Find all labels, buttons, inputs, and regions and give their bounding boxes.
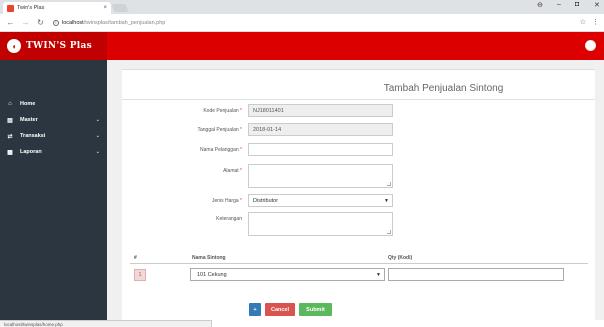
alamat-textarea[interactable]: [248, 164, 393, 188]
kode-penjualan-field: NJ18011401: [248, 104, 393, 117]
user-avatar[interactable]: [585, 40, 596, 51]
minimize-button[interactable]: –: [557, 1, 561, 8]
sidebar-item-laporan[interactable]: ▦ Laporan ⌄: [0, 142, 107, 162]
browser-tab[interactable]: Twin's Plas ×: [3, 2, 111, 14]
column-header-number: #: [134, 255, 137, 261]
divider: [122, 99, 595, 100]
sidebar-item-label: Laporan: [20, 149, 42, 155]
page-title: Tambah Penjualan Sintong: [383, 83, 504, 94]
table-header-divider: [130, 263, 588, 264]
sidebar-item-label: Home: [20, 101, 36, 107]
brand-name: TWIN'S Plas: [26, 41, 93, 51]
cart-icon: ⇄: [7, 133, 13, 140]
tanggal-penjualan-field: 2018-01-14: [248, 123, 393, 136]
qty-input[interactable]: [388, 268, 564, 281]
info-icon[interactable]: i: [53, 19, 59, 26]
column-header-nama-sintong: Nama Sintong: [192, 255, 226, 261]
caret-down-icon: ▼: [384, 198, 389, 204]
tab-title: Twin's Plas: [17, 5, 45, 11]
reload-icon[interactable]: ↻: [36, 18, 45, 27]
forward-icon[interactable]: →: [21, 18, 30, 27]
cancel-button[interactable]: Cancel: [265, 303, 295, 316]
tab-close-icon[interactable]: ×: [103, 5, 107, 11]
maximize-button[interactable]: ◘: [575, 1, 579, 8]
column-header-qty: Qty (Kodi): [388, 255, 413, 261]
chevron-down-icon: ⌄: [95, 133, 100, 139]
home-icon: ⌂: [8, 101, 12, 107]
back-icon[interactable]: ←: [6, 18, 15, 27]
kode-label: Kode Penjualan *: [203, 108, 242, 114]
bookmark-star-icon[interactable]: ☆: [580, 18, 586, 26]
url-host: localhost: [62, 19, 84, 26]
submit-button[interactable]: Submit: [299, 303, 332, 316]
nama-label: Nama Pelanggan *: [200, 147, 242, 153]
brand[interactable]: ◖ TWIN'S Plas: [0, 32, 107, 60]
address-bar: ← → ↻ i localhost/twinsplas/tambah_penju…: [0, 14, 604, 32]
add-row-button[interactable]: +: [249, 303, 261, 316]
nama-pelanggan-input[interactable]: [248, 143, 393, 156]
chevron-down-icon: ⌄: [95, 149, 100, 155]
tanggal-label: Tanggal Penjualan *: [197, 127, 243, 133]
menu-icon[interactable]: ⋮: [592, 18, 599, 26]
nama-sintong-select[interactable]: 101 Cekung ▼: [190, 268, 385, 281]
keterangan-label: Keterangan: [216, 216, 242, 222]
resize-handle[interactable]: [387, 230, 391, 234]
sidebar-item-label: Master: [20, 117, 38, 123]
new-tab-button[interactable]: [111, 4, 129, 12]
browser-status-bar: localhost/twinsplas/home.php: [0, 320, 212, 327]
database-icon: ▤: [7, 117, 13, 124]
logo-icon: ◖: [7, 39, 21, 53]
jenis-harga-select[interactable]: Distributor ▼: [248, 194, 393, 207]
row-number-badge[interactable]: 1: [134, 269, 146, 281]
account-icon[interactable]: ⊖: [537, 1, 543, 9]
alamat-label: Alamat *: [223, 168, 242, 174]
keterangan-textarea[interactable]: [248, 212, 393, 236]
chevron-down-icon: ⌄: [95, 117, 100, 123]
jenis-harga-label: Jenis Harga *: [211, 198, 242, 204]
close-window-button[interactable]: ✕: [594, 1, 600, 9]
resize-handle[interactable]: [387, 182, 391, 186]
sidebar-item-label: Transaksi: [20, 133, 46, 139]
url-field[interactable]: i localhost/twinsplas/tambah_penjualan.p…: [53, 19, 166, 26]
url-path: /twinsplas/tambah_penjualan.php: [83, 19, 166, 26]
favicon-icon: [7, 4, 14, 12]
browser-tab-bar: Twin's Plas × ⊖ – ◘ ✕: [0, 0, 604, 14]
report-icon: ▦: [7, 149, 13, 156]
caret-down-icon: ▼: [376, 272, 381, 278]
